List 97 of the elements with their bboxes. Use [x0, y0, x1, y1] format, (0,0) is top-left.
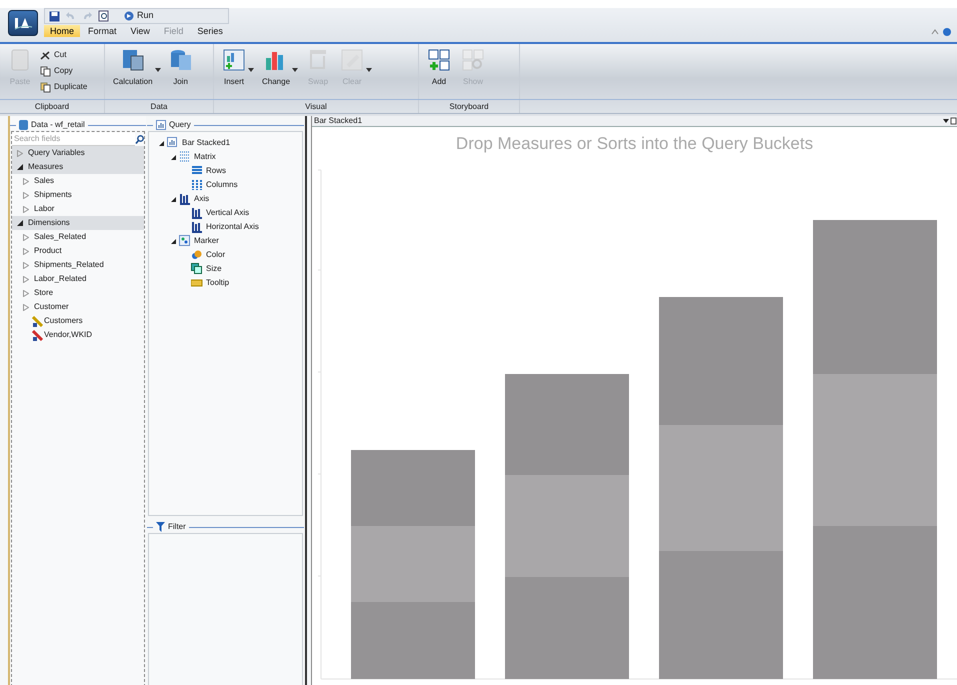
ribbon-tab[interactable]: Home: [44, 25, 80, 37]
ribbon-group-label: Visual: [305, 102, 327, 111]
run-button[interactable]: Run: [120, 9, 158, 23]
expanded-triangle-icon[interactable]: [171, 238, 176, 244]
expanded-triangle-icon[interactable]: [17, 220, 23, 226]
columns-icon: [191, 179, 203, 191]
axis-icon: [191, 221, 203, 233]
collapsed-triangle-icon[interactable]: [23, 248, 29, 254]
tree-item[interactable]: Size: [149, 262, 302, 276]
tree-item[interactable]: Query Variables: [12, 146, 144, 160]
collapsed-triangle-icon[interactable]: [23, 206, 29, 212]
tree-item[interactable]: Sales: [12, 174, 144, 188]
ribbon-item-icon: [40, 50, 51, 60]
window-controls-icon[interactable]: [943, 117, 957, 125]
tree-item[interactable]: Vertical Axis: [149, 206, 302, 220]
tree-item[interactable]: Product: [12, 244, 144, 258]
expanded-triangle-icon[interactable]: [171, 154, 176, 160]
funnel-icon: [156, 522, 165, 532]
tree-item[interactable]: Columns: [149, 178, 302, 192]
rows-icon: [191, 165, 203, 177]
dropdown-caret-icon[interactable]: [248, 68, 254, 72]
logo-mark-icon: [13, 16, 33, 30]
tree-item[interactable]: Tooltip: [149, 276, 302, 290]
ribbon-button[interactable]: Cut: [40, 48, 88, 62]
collapsed-triangle-icon[interactable]: [23, 262, 29, 268]
tooltip-icon: [191, 277, 203, 289]
expanded-triangle-icon[interactable]: [17, 164, 23, 170]
ribbon-group-label: Storyboard: [449, 102, 489, 111]
search-icon[interactable]: [135, 134, 144, 144]
expanded-triangle-icon[interactable]: [159, 140, 164, 146]
database-icon: [19, 120, 28, 130]
ribbon-button[interactable]: Copy: [40, 64, 88, 78]
dropdown-caret-icon[interactable]: [154, 68, 161, 72]
ribbon-item-icon: [340, 48, 364, 72]
tree-item[interactable]: Marker: [149, 234, 302, 248]
size-icon: [191, 263, 203, 275]
tree-item[interactable]: Customers: [12, 314, 144, 328]
preview-icon[interactable]: [98, 10, 110, 22]
matrix-icon: [179, 151, 191, 163]
tree-item[interactable]: Color: [149, 248, 302, 262]
tree-item[interactable]: Customer: [12, 300, 144, 314]
drop-prompt: Drop Measures or Sorts into the Query Buckets: [456, 134, 814, 153]
tree-item[interactable]: Axis: [149, 192, 302, 206]
ribbon-tab[interactable]: Format: [82, 25, 123, 37]
panel-title: Filter: [168, 521, 186, 533]
tree-item[interactable]: Store: [12, 286, 144, 300]
tree-item[interactable]: Measures: [12, 160, 144, 174]
panel-title: Data - wf_retail: [31, 119, 85, 131]
collapsed-triangle-icon[interactable]: [23, 304, 29, 310]
tree-item[interactable]: Shipments_Related: [12, 258, 144, 272]
search-field[interactable]: Search fields: [12, 132, 135, 146]
ribbon-group-label: Data: [150, 102, 168, 111]
collapse-icon[interactable]: [931, 28, 939, 36]
tree-item[interactable]: Dimensions: [12, 216, 144, 230]
chart-icon: [167, 137, 179, 149]
ribbon-tab[interactable]: Series: [191, 25, 229, 37]
expanded-triangle-icon[interactable]: [171, 196, 176, 202]
ribbon-item-icon: [427, 48, 451, 72]
axis-icon: [191, 207, 203, 219]
axis-icon: [179, 193, 191, 205]
ribbon-tab[interactable]: View: [124, 25, 156, 37]
tree-item[interactable]: Matrix: [149, 150, 302, 164]
tree-item[interactable]: Sales_Related: [12, 230, 144, 244]
dropdown-caret-icon[interactable]: [292, 68, 298, 72]
collapsed-triangle-icon[interactable]: [23, 178, 29, 184]
run-icon: [124, 11, 134, 21]
ribbon-button[interactable]: Insert: [220, 48, 248, 88]
ribbon-item-icon: [222, 48, 246, 72]
help-icon[interactable]: [943, 28, 951, 36]
ribbon-item-icon: [461, 48, 485, 72]
ribbon-button[interactable]: Change: [260, 48, 292, 88]
ribbon-item-icon: [40, 82, 51, 92]
app-logo[interactable]: [8, 10, 38, 36]
ribbon-button[interactable]: Add: [425, 48, 453, 88]
collapsed-triangle-icon[interactable]: [23, 192, 29, 198]
ribbon-group-label: Clipboard: [34, 102, 70, 111]
tree-item[interactable]: Horizontal Axis: [149, 220, 302, 234]
panel-title: Query: [169, 119, 191, 131]
ribbon-button[interactable]: Calculation: [111, 48, 155, 88]
ribbon-item-icon: [40, 66, 51, 76]
color-icon: [191, 249, 203, 261]
tree-item[interactable]: Bar Stacked1: [149, 136, 302, 150]
collapsed-triangle-icon[interactable]: [23, 290, 29, 296]
ribbon-item-icon: [120, 48, 145, 72]
tree-item[interactable]: Shipments: [12, 188, 144, 202]
marker-icon: [179, 235, 191, 247]
ribbon-button[interactable]: Duplicate: [40, 80, 88, 94]
canvas-title: Bar Stacked1: [313, 116, 362, 126]
collapsed-triangle-icon[interactable]: [23, 234, 29, 240]
collapsed-triangle-icon[interactable]: [23, 276, 29, 282]
tree-item[interactable]: Vendor,WKID: [12, 328, 144, 342]
tree-item[interactable]: Rows: [149, 164, 302, 178]
tree-item[interactable]: Labor_Related: [12, 272, 144, 286]
save-icon[interactable]: [49, 10, 60, 22]
ribbon-item-icon: [168, 48, 193, 72]
ribbon-button[interactable]: Join: [166, 48, 195, 88]
tree-item[interactable]: Labor: [12, 202, 144, 216]
